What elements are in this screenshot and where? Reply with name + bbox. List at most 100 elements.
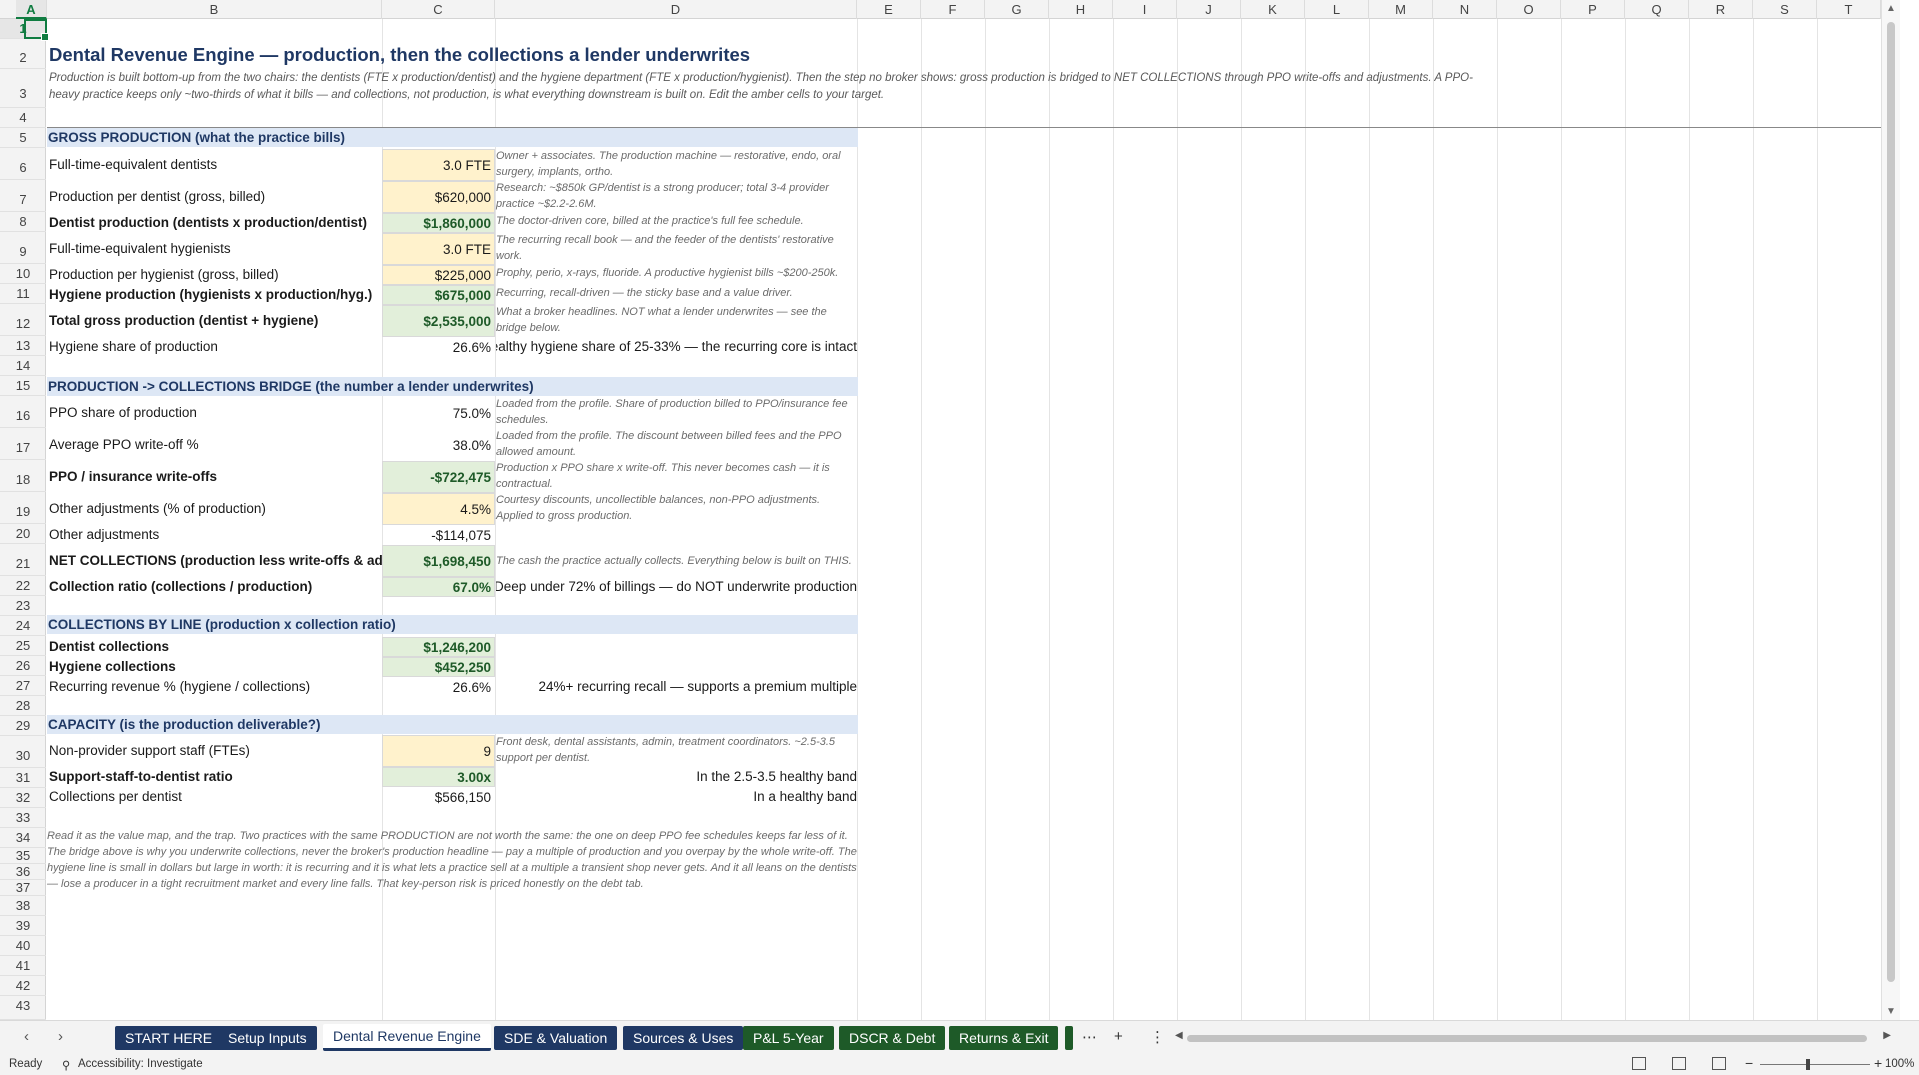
input-cell-support-staff[interactable]: 9: [382, 735, 495, 767]
row-header[interactable]: 31: [0, 768, 46, 788]
column-header-a[interactable]: A: [16, 0, 47, 19]
calc-cell-collections-per-dentist[interactable]: $566,150: [382, 787, 495, 807]
row-header[interactable]: 9: [0, 232, 46, 264]
column-header-o[interactable]: O: [1497, 0, 1561, 19]
row-header[interactable]: 28: [0, 696, 46, 716]
vertical-scrollbar[interactable]: ▲ ▼: [1881, 0, 1900, 1020]
row-header[interactable]: 25: [0, 636, 46, 656]
column-header-m[interactable]: M: [1369, 0, 1433, 19]
calc-cell-dentist-collections[interactable]: $1,246,200: [382, 637, 495, 657]
calc-cell-ppo-writeoffs[interactable]: -$722,475: [382, 461, 495, 493]
calc-cell-hygiene-share[interactable]: 26.6%: [382, 337, 495, 357]
horizontal-scroll-thumb[interactable]: [1187, 1035, 1867, 1042]
calc-cell-hygiene-production[interactable]: $675,000: [382, 285, 495, 305]
row-header[interactable]: 3: [0, 69, 46, 108]
tab-setup-inputs[interactable]: Setup Inputs: [218, 1026, 317, 1050]
row-header[interactable]: 24: [0, 616, 46, 636]
accessibility-status[interactable]: Accessibility: Investigate: [78, 1058, 203, 1070]
row-header[interactable]: 34: [0, 828, 46, 848]
calc-cell-other-adjustments[interactable]: -$114,075: [382, 525, 495, 545]
row-header[interactable]: 23: [0, 596, 46, 616]
row-header[interactable]: 33: [0, 808, 46, 828]
row-header[interactable]: 10: [0, 264, 46, 284]
worksheet[interactable]: A B C D E F G H I J K L M N O P Q R S T …: [0, 0, 1900, 1020]
tab-overflow-partial[interactable]: [1065, 1026, 1073, 1050]
row-header[interactable]: 8: [0, 212, 46, 232]
tab-sde-valuation[interactable]: SDE & Valuation: [494, 1026, 618, 1050]
add-sheet-icon[interactable]: +: [1114, 1028, 1123, 1045]
input-cell-other-adjustments-pct[interactable]: 4.5%: [382, 493, 495, 525]
row-header[interactable]: 15: [0, 376, 46, 396]
normal-view-icon[interactable]: [1632, 1057, 1646, 1070]
input-cell-production-per-dentist[interactable]: $620,000: [382, 181, 495, 213]
row-header[interactable]: 16: [0, 396, 46, 428]
column-header-f[interactable]: F: [921, 0, 985, 19]
row-header[interactable]: 5: [0, 128, 46, 148]
row-header[interactable]: 13: [0, 336, 46, 356]
column-header-h[interactable]: H: [1049, 0, 1113, 19]
calc-cell-total-gross-production[interactable]: $2,535,000: [382, 305, 495, 337]
calc-cell-collection-ratio[interactable]: 67.0%: [382, 577, 495, 597]
input-cell-hygienists-fte[interactable]: 3.0 FTE: [382, 233, 495, 265]
active-cell-a1[interactable]: [24, 19, 49, 41]
column-header-d[interactable]: D: [495, 0, 857, 19]
zoom-in-icon[interactable]: +: [1874, 1055, 1882, 1071]
calc-cell-ppo-writeoff-pct[interactable]: 38.0%: [382, 429, 495, 461]
column-header-j[interactable]: J: [1177, 0, 1241, 19]
column-header-n[interactable]: N: [1433, 0, 1497, 19]
calc-cell-hygiene-collections[interactable]: $452,250: [382, 657, 495, 677]
row-header[interactable]: 42: [0, 976, 46, 996]
column-header-l[interactable]: L: [1305, 0, 1369, 19]
calc-cell-net-collections[interactable]: $1,698,450: [382, 545, 495, 577]
column-header-e[interactable]: E: [857, 0, 921, 19]
row-header[interactable]: 18: [0, 460, 46, 492]
row-header[interactable]: 36: [0, 864, 46, 880]
zoom-out-icon[interactable]: −: [1745, 1055, 1753, 1071]
accessibility-icon[interactable]: ⚲: [62, 1058, 70, 1072]
row-header[interactable]: 12: [0, 304, 46, 336]
row-header[interactable]: 27: [0, 676, 46, 696]
page-break-view-icon[interactable]: [1712, 1057, 1726, 1070]
row-header[interactable]: 40: [0, 936, 46, 956]
column-header-k[interactable]: K: [1241, 0, 1305, 19]
calc-cell-recurring-revenue-pct[interactable]: 26.6%: [382, 677, 495, 697]
column-header-q[interactable]: Q: [1625, 0, 1689, 19]
row-header[interactable]: 17: [0, 428, 46, 460]
row-header[interactable]: 30: [0, 736, 46, 768]
page-layout-view-icon[interactable]: [1672, 1057, 1686, 1070]
zoom-level[interactable]: 100%: [1885, 1058, 1914, 1070]
row-header[interactable]: 26: [0, 656, 46, 676]
tab-pl-5-year[interactable]: P&L 5-Year: [743, 1026, 834, 1050]
tab-returns-exit[interactable]: Returns & Exit: [949, 1026, 1059, 1050]
column-header-c[interactable]: C: [382, 0, 495, 19]
column-header-b[interactable]: B: [47, 0, 382, 19]
input-cell-production-per-hygienist[interactable]: $225,000: [382, 265, 495, 285]
scroll-left-icon[interactable]: ◀: [1175, 1030, 1183, 1041]
zoom-slider[interactable]: [1760, 1064, 1870, 1065]
row-header[interactable]: 19: [0, 492, 46, 524]
row-header[interactable]: 20: [0, 524, 46, 544]
row-header[interactable]: 7: [0, 180, 46, 212]
row-header[interactable]: 39: [0, 916, 46, 936]
row-header[interactable]: 11: [0, 284, 46, 304]
column-header-s[interactable]: S: [1753, 0, 1817, 19]
scroll-down-icon[interactable]: ▼: [1886, 1006, 1896, 1017]
row-header[interactable]: 29: [0, 716, 46, 736]
tab-sources-uses[interactable]: Sources & Uses: [623, 1026, 744, 1050]
row-header[interactable]: 2: [0, 39, 46, 69]
tab-dental-revenue-engine[interactable]: Dental Revenue Engine: [323, 1024, 491, 1051]
row-header[interactable]: 43: [0, 996, 46, 1020]
calc-cell-dentist-production[interactable]: $1,860,000: [382, 213, 495, 233]
tab-dscr-debt[interactable]: DSCR & Debt: [839, 1026, 946, 1050]
row-header[interactable]: 14: [0, 356, 46, 376]
calc-cell-support-ratio[interactable]: 3.00x: [382, 767, 495, 787]
tab-scroll-left-icon[interactable]: ‹: [24, 1028, 29, 1045]
input-cell-dentists-fte[interactable]: 3.0 FTE: [382, 149, 495, 181]
column-header-p[interactable]: P: [1561, 0, 1625, 19]
column-header-t[interactable]: T: [1817, 0, 1881, 19]
scroll-up-icon[interactable]: ▲: [1886, 3, 1896, 14]
more-tabs-icon[interactable]: ⋯: [1082, 1028, 1097, 1046]
column-header-g[interactable]: G: [985, 0, 1049, 19]
row-header[interactable]: 37: [0, 880, 46, 896]
tab-scroll-right-icon[interactable]: ›: [58, 1028, 63, 1045]
